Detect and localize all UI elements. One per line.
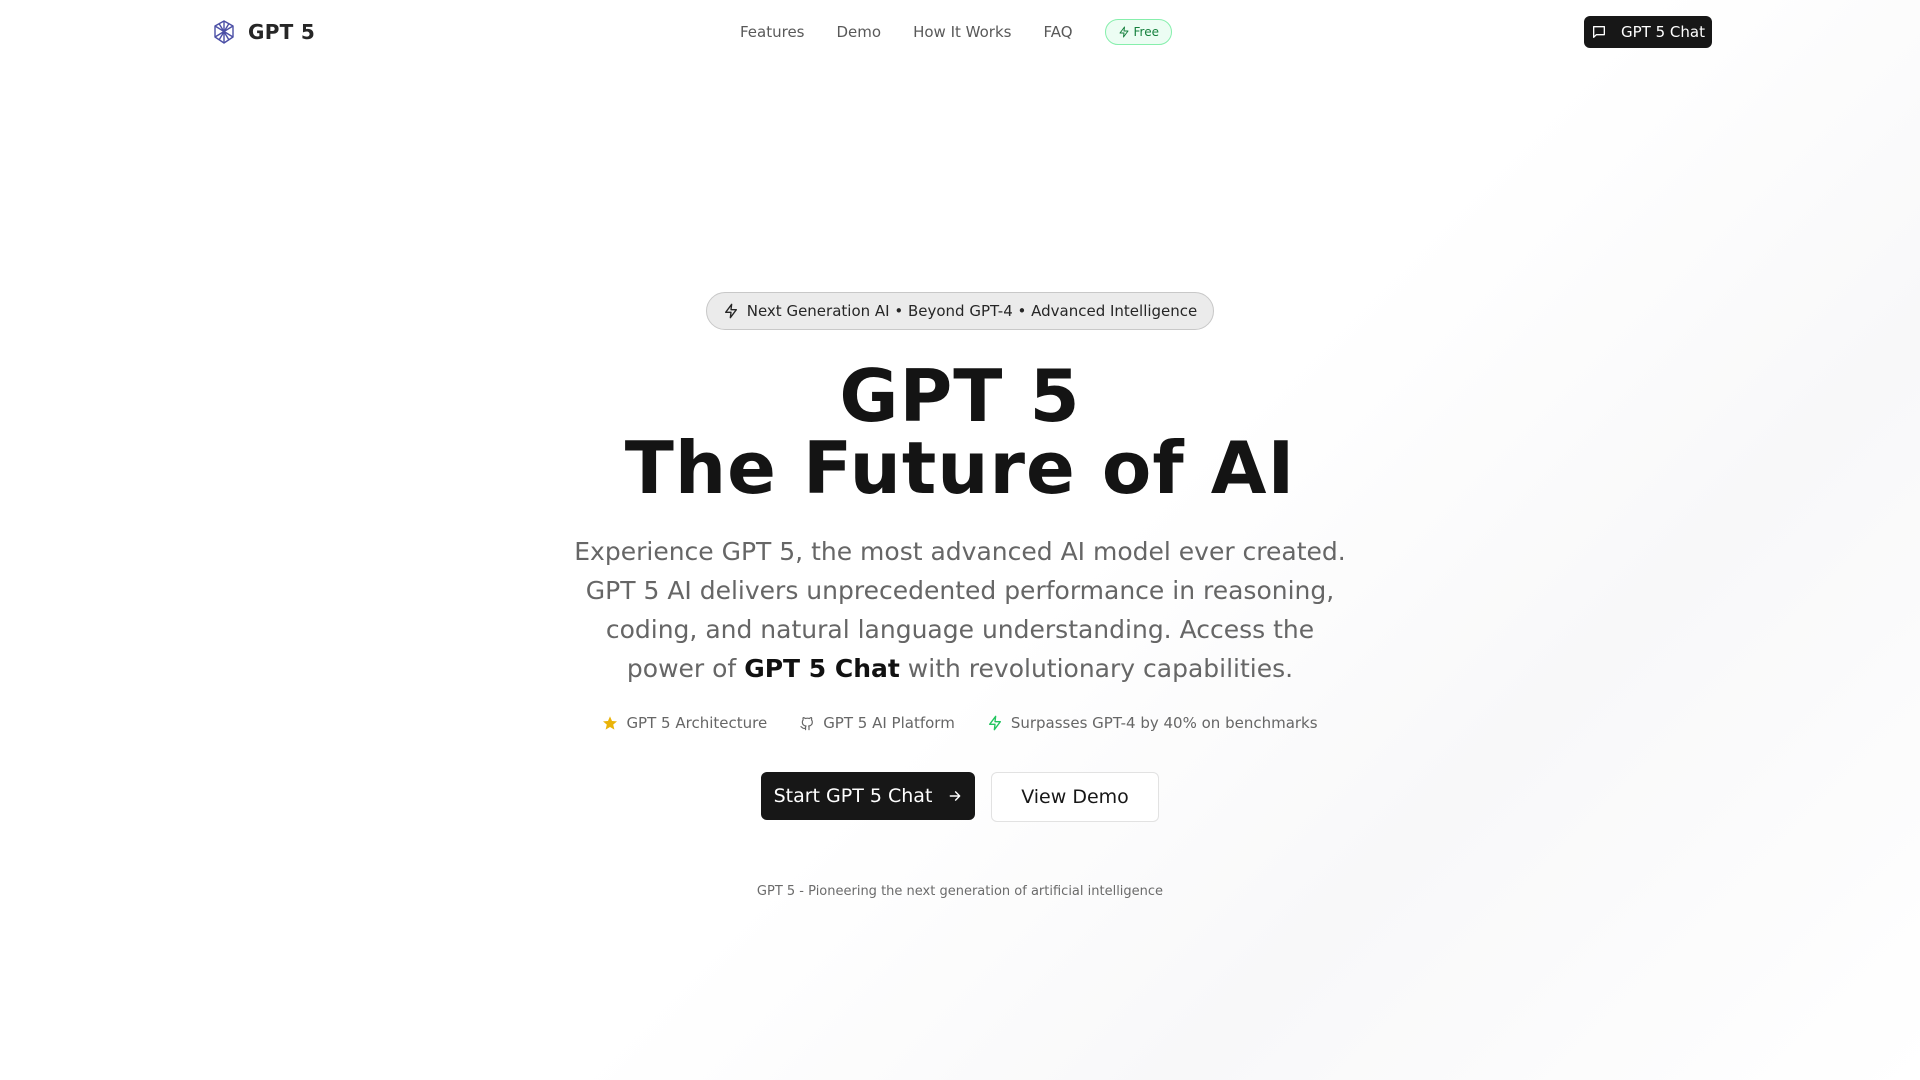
brand-logo-link[interactable]: GPT 5 (210, 18, 315, 46)
free-badge-label: Free (1133, 25, 1159, 39)
start-chat-button[interactable]: Start GPT 5 Chat (761, 772, 975, 820)
feature-label: Surpasses GPT-4 by 40% on benchmarks (1010, 714, 1318, 732)
subtitle-emphasis: GPT 5 Chat (744, 654, 900, 683)
brain-icon (214, 20, 234, 44)
nav-links: Features Demo How It Works FAQ Free (740, 18, 1172, 46)
feature-platform: GPT 5 AI Platform (799, 714, 955, 732)
nav-link-faq[interactable]: FAQ (1043, 23, 1072, 41)
arrow-right-icon (950, 791, 961, 801)
hero-subtitle: Experience GPT 5, the most advanced AI m… (570, 532, 1350, 688)
feature-label: GPT 5 Architecture (626, 714, 768, 732)
headline-line-1: GPT 5 (839, 354, 1081, 438)
headline-line-2: The Future of AI (624, 426, 1296, 510)
brand-name: GPT 5 (248, 20, 316, 44)
view-demo-button-label: View Demo (1021, 786, 1129, 808)
github-icon (800, 717, 814, 731)
top-navbar: GPT 5 Features Demo How It Works FAQ Fre… (0, 0, 1920, 64)
nav-link-demo[interactable]: Demo (837, 23, 882, 41)
subtitle-text-end: with revolutionary capabilities. (899, 654, 1294, 683)
hero-cta-group: Start GPT 5 Chat View Demo (761, 772, 1159, 822)
gpt5-chat-button[interactable]: GPT 5 Chat (1584, 16, 1712, 48)
announcement-text: Next Generation AI • Beyond GPT-4 • Adva… (746, 302, 1198, 320)
view-demo-button[interactable]: View Demo (991, 772, 1159, 822)
announcement-pill: Next Generation AI • Beyond GPT-4 • Adva… (705, 292, 1215, 330)
free-badge: Free (1104, 19, 1172, 45)
hero-tagline: GPT 5 - Pioneering the next generation o… (756, 884, 1164, 899)
start-chat-button-label: Start GPT 5 Chat (773, 785, 933, 807)
hero-section: Next Generation AI • Beyond GPT-4 • Adva… (0, 292, 1920, 899)
gpt5-chat-button-label: GPT 5 Chat (1621, 23, 1705, 41)
nav-link-features[interactable]: Features (740, 23, 805, 41)
feature-benchmarks: Surpasses GPT-4 by 40% on benchmarks (987, 714, 1318, 732)
zap-icon (988, 715, 1001, 731)
nav-link-how-it-works[interactable]: How It Works (913, 23, 1011, 41)
star-icon (603, 716, 618, 730)
hero-headline: GPT 5 The Future of AI (625, 360, 1296, 504)
zap-icon (724, 303, 737, 319)
zap-icon (1119, 26, 1129, 38)
feature-highlights: GPT 5 Architecture GPT 5 AI Platform Sur… (602, 714, 1318, 732)
message-square-icon (1593, 26, 1606, 38)
feature-architecture: GPT 5 Architecture (602, 714, 767, 732)
feature-label: GPT 5 AI Platform (823, 714, 955, 732)
